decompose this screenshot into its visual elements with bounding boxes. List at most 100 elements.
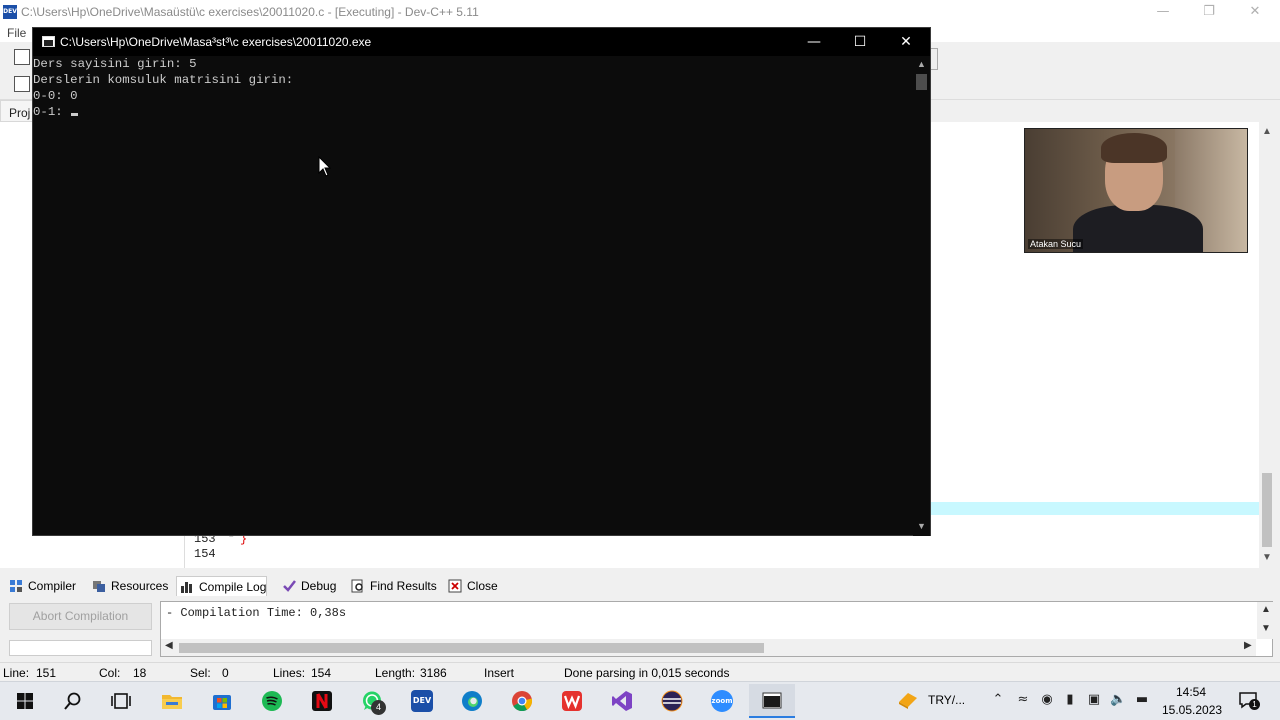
project-tab-label: Proj xyxy=(9,106,31,120)
currency-widget-label[interactable]: TRY/... xyxy=(928,693,965,707)
tab-label: Close xyxy=(467,579,498,593)
scroll-up-icon[interactable]: ▲ xyxy=(1261,604,1271,615)
grid-icon xyxy=(10,580,22,592)
scroll-up-icon[interactable]: ▲ xyxy=(1262,126,1272,137)
edge-icon xyxy=(462,691,482,711)
chevron-up-icon[interactable]: ⌃ xyxy=(990,692,1006,708)
taskbar-app-chrome[interactable] xyxy=(501,686,541,716)
mouse-pointer-icon xyxy=(318,156,332,177)
search-button[interactable] xyxy=(52,686,92,716)
webcam-video: Atakan Sucu xyxy=(1024,128,1248,253)
tab-label: Compile Log xyxy=(199,580,267,594)
tab-label: Compiler xyxy=(28,579,77,593)
notification-badge: 4 xyxy=(371,700,386,715)
taskbar-app-spotify[interactable] xyxy=(251,686,291,716)
bottom-panel-tabs: Compiler Resources Compile Log Debug Fin… xyxy=(0,574,1280,598)
log-vertical-scrollbar[interactable]: ▲ ▼ xyxy=(1257,602,1273,639)
wifi-icon[interactable]: ≈ xyxy=(1015,692,1031,708)
scroll-right-icon[interactable]: ▶ xyxy=(1244,640,1252,651)
status-lines-value: 154 xyxy=(311,666,332,680)
console-window[interactable]: C:\Users\Hp\OneDrive\Masa³st³\c exercise… xyxy=(32,27,931,536)
check-icon xyxy=(283,580,296,592)
console-titlebar[interactable]: C:\Users\Hp\OneDrive\Masa³st³\c exercise… xyxy=(33,28,930,56)
taskbar-app-netflix[interactable] xyxy=(301,686,341,716)
project-tab[interactable]: Proj xyxy=(0,100,34,122)
scroll-left-icon[interactable]: ◀ xyxy=(165,640,173,651)
console-window-title: C:\Users\Hp\OneDrive\Masa³st³\c exercise… xyxy=(60,35,372,49)
find-icon xyxy=(351,579,363,593)
console-input-line[interactable]: 0-1: xyxy=(33,104,79,120)
console-minimize-button[interactable]: — xyxy=(791,28,837,56)
status-line-label: Line: xyxy=(3,666,30,680)
taskbar-app-eclipse[interactable] xyxy=(651,686,691,716)
new-file-icon[interactable] xyxy=(14,49,30,65)
battery-icon[interactable]: ▬ xyxy=(1134,692,1150,708)
taskbar-app-devcpp[interactable]: DEV xyxy=(401,686,441,716)
taskbar-app-zoom[interactable]: zoom xyxy=(701,686,741,716)
close-icon xyxy=(448,579,462,593)
devcpp-app-icon: DEV xyxy=(3,5,17,19)
taskbar-app-wps[interactable] xyxy=(551,686,591,716)
start-button[interactable] xyxy=(4,686,44,716)
camera-icon[interactable]: ◉ xyxy=(1039,692,1055,708)
status-lines-label: Lines: xyxy=(273,666,306,680)
line-number: 154 xyxy=(194,547,216,561)
scroll-down-icon[interactable]: ▼ xyxy=(1261,623,1271,634)
tab-compile-log[interactable]: Compile Log xyxy=(176,576,268,596)
tab-resources[interactable]: Resources xyxy=(89,576,168,596)
console-close-button[interactable]: ✕ xyxy=(883,28,929,56)
tab-close[interactable]: Close xyxy=(445,576,498,596)
console-maximize-button[interactable]: ☐ xyxy=(837,28,883,56)
taskbar-app-visual-studio[interactable] xyxy=(601,686,641,716)
chrome-icon xyxy=(512,691,533,712)
log-horizontal-scrollbar[interactable]: ◀ ▶ xyxy=(161,639,1256,656)
eclipse-icon xyxy=(661,690,683,712)
devcpp-minimize-button[interactable]: — xyxy=(1140,0,1186,24)
taskbar-app-store[interactable] xyxy=(201,686,241,716)
windows-icon xyxy=(17,693,33,709)
scroll-down-icon[interactable]: ▼ xyxy=(917,521,926,531)
status-length-label: Length: xyxy=(375,666,416,680)
taskbar-app-edge[interactable] xyxy=(451,686,491,716)
current-line-highlight xyxy=(930,502,1259,515)
tab-find-results[interactable]: Find Results xyxy=(348,576,437,596)
status-length-value: 3186 xyxy=(420,666,447,680)
store-icon xyxy=(213,695,231,710)
editor-scroll-thumb[interactable] xyxy=(1262,473,1272,547)
status-message: Done parsing in 0,015 seconds xyxy=(564,666,730,680)
console-scrollbar[interactable]: ▲ ▼ xyxy=(913,56,930,536)
volume-icon[interactable]: 🔈 xyxy=(1110,692,1126,708)
search-icon xyxy=(64,692,81,710)
scroll-up-icon[interactable]: ▲ xyxy=(917,59,926,69)
clock-date[interactable]: 15.05.2023 xyxy=(1162,703,1222,717)
chart-icon xyxy=(181,582,192,593)
microphone-icon[interactable]: ▮ xyxy=(1062,692,1078,708)
screen: DEV C:\Users\Hp\OneDrive\Masaüstü\c exer… xyxy=(0,0,1280,720)
tab-compiler[interactable]: Compiler xyxy=(6,576,76,596)
taskbar-app-whatsapp[interactable]: 4 xyxy=(351,686,391,716)
tab-debug[interactable]: Debug xyxy=(279,576,336,596)
tab-label: Resources xyxy=(111,579,169,593)
network-icon[interactable]: ▣ xyxy=(1086,692,1102,708)
console-output[interactable]: Ders sayisini girin: 5 Derslerin komsulu… xyxy=(33,56,913,536)
scroll-down-icon[interactable]: ▼ xyxy=(1262,552,1272,563)
notification-center-button[interactable]: 1 xyxy=(1238,690,1260,710)
abort-compilation-button[interactable]: Abort Compilation xyxy=(9,603,152,630)
taskbar-app-console[interactable] xyxy=(749,684,795,718)
compile-log-output[interactable]: - Compilation Time: 0,38s ◀ ▶ ▲ ▼ xyxy=(160,601,1273,657)
status-col-value: 18 xyxy=(133,666,147,680)
status-mode: Insert xyxy=(484,666,515,680)
taskbar-app-file-explorer[interactable] xyxy=(151,686,191,716)
text-cursor xyxy=(71,113,79,116)
copy-icon[interactable] xyxy=(14,76,30,92)
task-view-button[interactable] xyxy=(100,686,140,716)
devcpp-close-button[interactable]: ✕ xyxy=(1232,0,1278,24)
log-scroll-thumb[interactable] xyxy=(179,643,764,653)
console-line: Ders sayisini girin: 5 xyxy=(33,57,197,71)
webcam-person-hair xyxy=(1101,133,1167,163)
devcpp-restore-button[interactable]: ❐ xyxy=(1186,0,1232,24)
console-scroll-thumb[interactable] xyxy=(916,74,927,90)
menu-file[interactable]: File xyxy=(7,26,26,40)
clock-time[interactable]: 14:54 xyxy=(1176,685,1206,699)
currency-widget-icon[interactable] xyxy=(897,690,919,710)
